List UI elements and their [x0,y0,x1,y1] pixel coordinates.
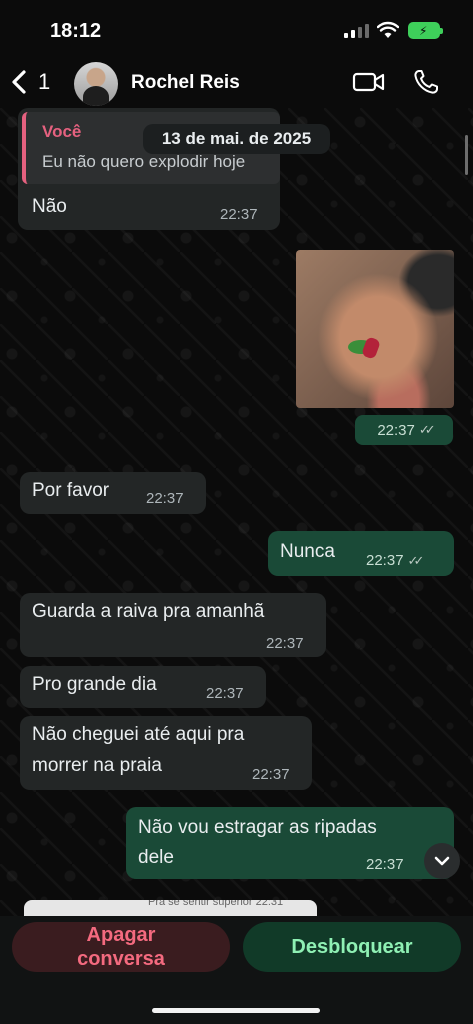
signal-icon [344,24,369,38]
chevron-down-icon [434,856,450,866]
message-bubble-incoming[interactable]: Por favor 22:37 [20,472,206,514]
status-time: 18:12 [50,20,102,42]
read-ticks-icon: ✓✓ [407,553,425,568]
scroll-to-bottom-button[interactable] [424,843,460,879]
home-indicator [152,1008,320,1013]
read-ticks-icon: ✓✓ [418,422,436,437]
bottom-action-bar: Apagar conversa Desbloquear [0,916,473,1024]
message-text: Por favor [32,480,110,501]
message-time: 22:37 [266,635,304,652]
message-text-line: morrer na praia [32,755,162,776]
date-separator: 13 de mai. de 2025 [143,124,330,154]
contact-name[interactable]: Rochel Reis [131,72,240,94]
unblock-button[interactable]: Desbloquear [243,922,461,972]
message-text-line: Não vou estragar as ripadas [138,817,377,838]
message-time: 22:37 [146,490,184,507]
message-text: Não [32,196,67,217]
message-text: Guarda a raiva pra amanhã [32,601,265,622]
message-bubble-incoming[interactable]: Guarda a raiva pra amanhã 22:37 [20,593,326,657]
wifi-icon [377,21,399,38]
quote-text: Eu não quero explodir hoje [42,152,246,171]
message-bubble-incoming[interactable]: Pro grande dia 22:37 [20,666,266,708]
message-text: Pro grande dia [32,674,157,695]
image-message[interactable] [296,250,454,408]
battery-icon: ⚡ [408,22,443,39]
partially-visible-sticker: Pra se sentir superior 22:31 [24,900,317,916]
status-bar: 18:12 ⚡ [0,0,473,58]
message-time: 22:37 ✓✓ [366,552,425,569]
phone-icon[interactable] [412,68,440,96]
message-text-line: Não cheguei até aqui pra [32,724,245,745]
message-time: 22:37 [366,856,404,873]
quote-author: Você [42,122,82,141]
video-camera-icon[interactable] [352,69,386,95]
message-time: 22:37 [220,206,258,223]
message-text: Nunca [280,541,335,562]
message-time: 22:37 [206,685,244,702]
avatar[interactable] [74,62,118,106]
back-button[interactable]: 1 [10,67,60,97]
chevron-left-icon [12,70,26,94]
delete-chat-button[interactable]: Apagar conversa [12,922,230,972]
message-bubble-incoming[interactable]: Não cheguei até aqui pra morrer na praia… [20,716,312,790]
chat-header: 1 Rochel Reis [0,58,473,108]
message-bubble-outgoing[interactable]: Não vou estragar as ripadas dele 22:37 [126,807,454,879]
peek-text: Pra se sentir superior 22:31 [148,900,284,908]
unread-count: 1 [38,69,51,94]
image-message-time: 22:37 ✓✓ [355,415,453,445]
message-time: 22:37 [252,766,290,783]
message-bubble-outgoing[interactable]: Nunca 22:37 ✓✓ [268,531,454,576]
scrollbar[interactable] [465,135,468,175]
message-text-line: dele [138,847,174,868]
